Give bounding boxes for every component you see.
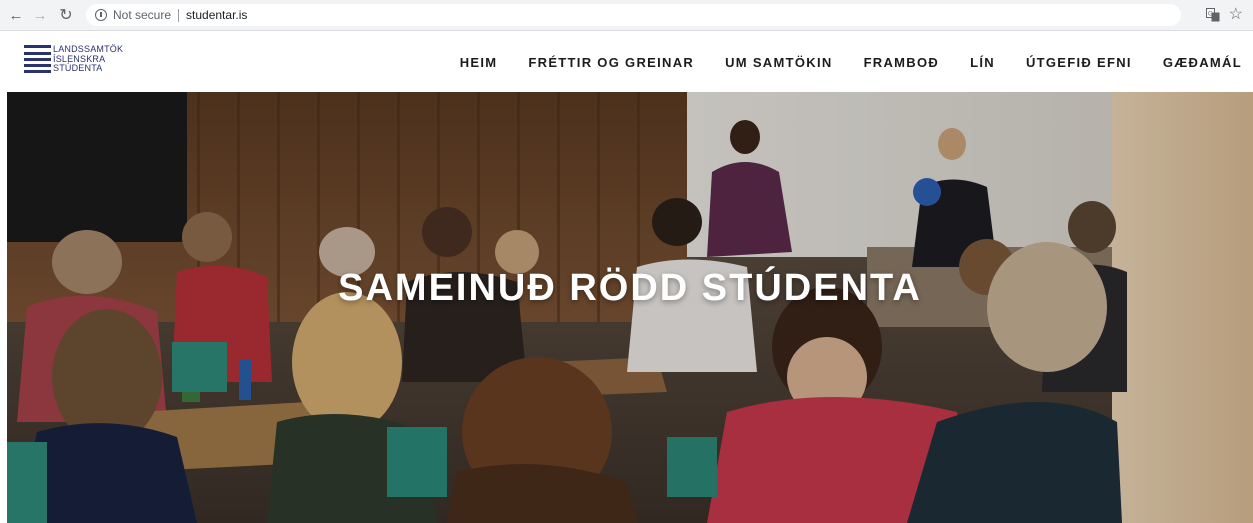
nav-item-lin[interactable]: LÍN bbox=[970, 55, 995, 70]
translate-icon[interactable]: G bbox=[1206, 8, 1220, 22]
divider bbox=[178, 8, 180, 22]
url-text[interactable]: studentar.is bbox=[186, 8, 247, 22]
site-header: LANDSSAMTÖK ÍSLENSKRA STÚDENTA HEIM FRÉT… bbox=[0, 31, 1253, 92]
logo-mark-icon bbox=[24, 45, 51, 74]
logo-text: LANDSSAMTÖK ÍSLENSKRA STÚDENTA bbox=[53, 44, 123, 74]
nav-item-gaedamal[interactable]: GÆÐAMÁL bbox=[1163, 55, 1242, 70]
reload-icon[interactable]: ↻ bbox=[56, 5, 76, 25]
bookmark-star-icon[interactable]: ☆ bbox=[1229, 5, 1243, 25]
security-label: Not secure bbox=[113, 8, 172, 22]
hero-title: SAMEINUÐ RÖDD STÚDENTA bbox=[338, 267, 922, 309]
address-bar[interactable]: Not secure studentar.is bbox=[86, 4, 1181, 26]
main-nav: HEIM FRÉTTIR OG GREINAR UM SAMTÖKIN FRAM… bbox=[429, 55, 1242, 70]
site-logo[interactable]: LANDSSAMTÖK ÍSLENSKRA STÚDENTA bbox=[24, 44, 123, 74]
logo-line-3: STÚDENTA bbox=[53, 63, 103, 73]
nav-item-um-samtokin[interactable]: UM SAMTÖKIN bbox=[725, 55, 832, 70]
nav-item-frambod[interactable]: FRAMBOÐ bbox=[864, 55, 940, 70]
nav-item-heim[interactable]: HEIM bbox=[460, 55, 498, 70]
back-icon[interactable]: ← bbox=[6, 5, 26, 25]
hero-banner: SAMEINUÐ RÖDD STÚDENTA bbox=[7, 92, 1253, 523]
browser-toolbar: ← → ↻ Not secure studentar.is G ☆ bbox=[0, 0, 1253, 31]
info-icon[interactable] bbox=[95, 9, 107, 21]
svg-text:G: G bbox=[1208, 12, 1213, 18]
nav-item-frettir-og-greinar[interactable]: FRÉTTIR OG GREINAR bbox=[528, 55, 694, 70]
forward-icon[interactable]: → bbox=[30, 5, 50, 25]
nav-item-utgefid-efni[interactable]: ÚTGEFIÐ EFNI bbox=[1026, 55, 1132, 70]
